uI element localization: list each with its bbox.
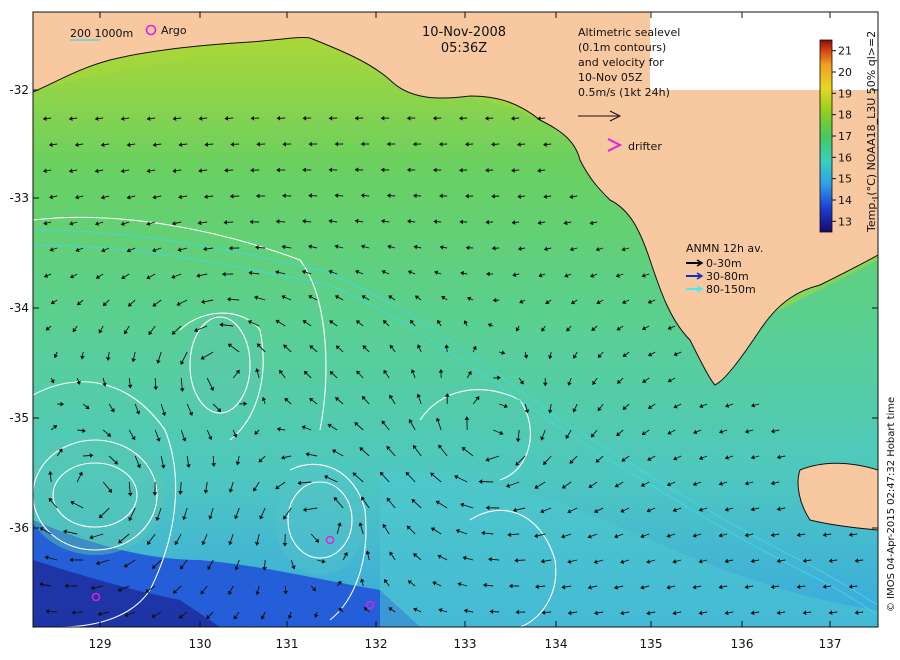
altimetry-line: 0.5m/s (1kt 24h): [578, 86, 670, 99]
map-time: 05:36Z: [441, 41, 487, 56]
colorbar-tick-label: 17: [838, 130, 852, 143]
altimetry-line: 10-Nov 05Z: [578, 71, 643, 84]
colorbar-tick-label: 13: [838, 215, 852, 228]
eddy-2-tint: [180, 310, 260, 420]
colorbar-ramp: [819, 39, 833, 233]
lat-label: -32: [9, 83, 29, 97]
colorbar-tick-label: 19: [838, 87, 852, 100]
colorbar-tick-label: 14: [838, 194, 852, 207]
credit-text: © IMOS 04-Apr-2015 02:47:32 Hobart time: [886, 397, 897, 612]
lon-axis: 129 130 131 132 133 134 135 136 137: [89, 637, 842, 651]
colorbar-tick-label: 21: [838, 45, 852, 58]
sst-map: -32 -33 -34 -35 -36 129 130 131 132 133 …: [9, 11, 897, 651]
lon-label: 131: [276, 637, 299, 651]
lon-label: 135: [640, 637, 663, 651]
lat-label: -33: [9, 191, 29, 205]
lon-label: 130: [189, 637, 212, 651]
colorbar-tick-label: 20: [838, 66, 852, 79]
map-date: 10-Nov-2008: [422, 25, 506, 40]
lat-axis: -32 -33 -34 -35 -36: [9, 83, 29, 535]
colorbar-tick-label: 15: [838, 173, 852, 186]
altimetry-line: Altimetric sealevel: [578, 26, 680, 39]
anmn-item-label: 30-80m: [706, 270, 749, 283]
lat-label: -34: [9, 301, 29, 315]
lat-label: -35: [9, 411, 29, 425]
lon-label: 136: [731, 637, 754, 651]
lon-label: 132: [365, 637, 388, 651]
altimetry-line: and velocity for: [578, 56, 664, 69]
lat-label: -36: [9, 521, 29, 535]
colorbar-tick-label: 16: [838, 151, 852, 164]
lon-label: 137: [819, 637, 842, 651]
lon-label: 134: [545, 637, 568, 651]
drifter-label: drifter: [628, 140, 662, 153]
scale-label: 200 1000m: [70, 27, 133, 40]
anmn-title: ANMN 12h av.: [686, 242, 763, 255]
anmn-item-label: 0-30m: [706, 257, 742, 270]
lon-label: 129: [89, 637, 112, 651]
anmn-item-label: 80-150m: [706, 283, 756, 296]
colorbar-tick-label: 18: [838, 109, 852, 122]
altimetry-line: (0.1m contours): [578, 41, 666, 54]
eddy-1-tint: [33, 435, 165, 555]
kangaroo-island: [797, 462, 878, 531]
colorbar-label: Temp. (°C) NOAA18_L3U 50% ql>=2: [865, 31, 878, 233]
lon-label: 133: [454, 637, 477, 651]
argo-legend-label: Argo: [161, 24, 187, 37]
